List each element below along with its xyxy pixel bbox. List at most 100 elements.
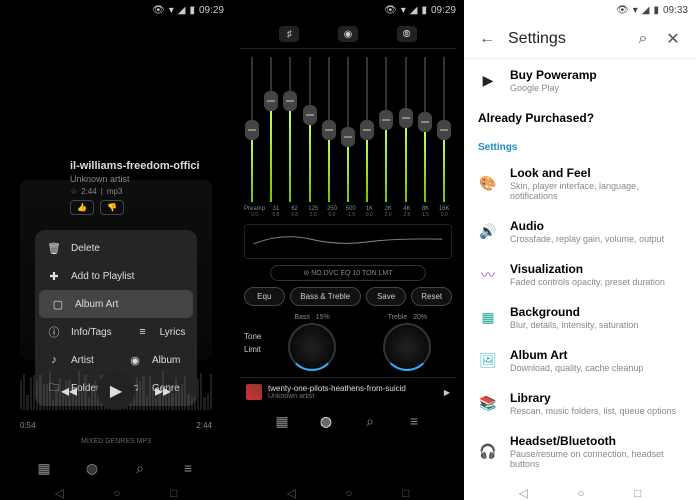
bass-treble-button[interactable]: Bass & Treble [290,287,361,306]
rating-buttons: 👍 👎 [70,200,212,215]
eq-band-250[interactable] [321,57,337,202]
eq-band-500[interactable] [340,57,356,202]
time-current: 0:54 [20,421,36,430]
eq-screen: ♯ ◉ ⦾ Preamp0.0315.8625.81253.02500.0500… [232,20,464,500]
recent-button[interactable]: □ [634,486,641,500]
status-time: 09:33 [663,5,688,16]
eq-knobs: Tone Limit Bass 15% Treble 20% [244,314,452,371]
close-icon[interactable]: ✕ [664,30,682,48]
plus-icon: ✚ [47,269,61,283]
eq-buttons: Equ Bass & Treble Save Reset [244,287,452,306]
settings-item-visualization[interactable]: 〰VisualizationFaded controls opacity, pr… [464,253,696,296]
settings-title: Settings [508,30,622,48]
tone-toggle[interactable]: Tone [244,332,261,341]
eq-band-31[interactable] [263,57,279,202]
eq-tab-sliders[interactable]: ♯ [279,26,299,42]
player-screen: il-williams-freedom-offici Unknown artis… [0,20,232,500]
settings-item-icon: 〰 [478,265,498,285]
settings-item-icon: ▦ [478,308,498,328]
eq-band-8K[interactable] [417,57,433,202]
time-total: 2:44 [196,421,212,430]
time-row: 0:54 2:44 [20,421,212,430]
eq-band-1K[interactable] [359,57,375,202]
eq-labels: Preamp0.0315.8625.81253.02500.0500-1.51K… [240,206,456,218]
android-nav: ◁ ○ □ [232,486,464,500]
treble-dial-col: Treble 20% [363,314,452,371]
eq-band-Preamp[interactable] [244,57,260,202]
home-button[interactable]: ○ [577,486,584,500]
recent-button[interactable]: □ [402,486,409,500]
home-button[interactable]: ○ [113,486,120,500]
settings-screen: ← Settings ⌕ ✕ ▶ Buy PowerampGoogle Play… [464,20,696,500]
settings-purchased[interactable]: Already Purchased? [464,102,696,134]
eq-tab-dial[interactable]: ◉ [338,26,358,42]
menu-info[interactable]: ⓘInfo/Tags [35,318,124,346]
settings-item-look-and-feel[interactable]: 🎨Look and FeelSkin, player interface, la… [464,157,696,210]
menu-lyrics[interactable]: ≡Lyrics [124,318,198,346]
nav-eq[interactable]: ◍ [317,412,335,430]
settings-item-icon: 🖼 [478,351,498,371]
np-play-button[interactable]: ▶ [444,388,450,397]
menu-album-art[interactable]: ▢Album Art [39,290,193,318]
nav-menu[interactable]: ≡ [405,412,423,430]
eq-sliders [240,57,456,202]
settings-buy[interactable]: ▶ Buy PowerampGoogle Play [464,59,696,102]
eye-icon: 👁 [616,5,629,16]
back-button[interactable]: ◁ [287,486,296,500]
save-button[interactable]: Save [366,287,407,306]
equ-button[interactable]: Equ [244,287,285,306]
treble-dial[interactable] [383,323,431,371]
settings-item-headset-bluetooth[interactable]: 🎧Headset/BluetoothPause/resume on connec… [464,425,696,478]
recent-button[interactable]: □ [170,486,177,500]
track-meta: ☆ 2:44 | mp3 [70,187,212,196]
eq-tab-reverb[interactable]: ⦾ [397,26,417,42]
bass-dial[interactable] [288,323,336,371]
track-info: il-williams-freedom-offici Unknown artis… [70,160,212,215]
eq-band-4K[interactable] [398,57,414,202]
eq-response-curve [244,224,452,259]
home-button[interactable]: ○ [345,486,352,500]
nav-library[interactable]: ▦ [35,459,53,477]
search-icon[interactable]: ⌕ [634,30,652,48]
menu-delete[interactable]: 🗑Delete [35,234,197,262]
nav-search[interactable]: ⌕ [361,412,379,430]
back-button[interactable]: ◁ [55,486,64,500]
settings-item-album-art[interactable]: 🖼Album ArtDownload, quality, cache clean… [464,339,696,382]
settings-item-background[interactable]: ▦BackgroundBlur, details, intensity, sat… [464,296,696,339]
wifi-icon: ▾ [633,5,638,16]
prev-button[interactable]: ◂◂ [61,381,77,401]
nav-eq[interactable]: ◍ [83,459,101,477]
back-icon[interactable]: ← [478,30,496,48]
eq-band-2K[interactable] [378,57,394,202]
eq-band-62[interactable] [282,57,298,202]
android-nav: ◁ ○ □ [0,486,232,500]
tone-limit-toggles: Tone Limit [244,332,261,354]
eye-icon: 👁 [152,5,165,16]
now-playing-bar[interactable]: twenty-one-pilots-heathens-from-suicid U… [240,377,456,406]
folder-label: MIXED GENRES MP3 [0,438,232,445]
thumbs-up-button[interactable]: 👍 [70,200,94,215]
settings-section-label: Settings [464,134,696,157]
thumbs-down-button[interactable]: 👎 [100,200,124,215]
settings-item-icon: 📚 [478,394,498,414]
nav-library[interactable]: ▦ [273,412,291,430]
reset-button[interactable]: Reset [411,287,452,306]
eq-band-125[interactable] [302,57,318,202]
track-title: il-williams-freedom-offici [70,160,212,172]
settings-item-audio[interactable]: 🔊AudioCrossfade, replay gain, volume, ou… [464,210,696,253]
eq-status-badge: ⊘ NO DVC EQ 10 TON LMT [270,265,426,281]
menu-add-playlist[interactable]: ✚Add to Playlist [35,262,197,290]
back-button[interactable]: ◁ [519,486,528,500]
settings-item-library[interactable]: 📚LibraryRescan, music folders, list, que… [464,382,696,425]
signal-icon: ◢ [178,5,186,16]
eq-band-16K[interactable] [436,57,452,202]
nav-menu[interactable]: ≡ [179,459,197,477]
settings-list[interactable]: ▶ Buy PowerampGoogle Play Already Purcha… [464,59,696,500]
nav-search[interactable]: ⌕ [131,459,149,477]
eq-tabs: ♯ ◉ ⦾ [240,20,456,49]
info-icon: ⓘ [47,325,61,339]
limit-toggle[interactable]: Limit [244,345,261,354]
status-time: 09:29 [431,5,456,16]
play-button[interactable]: ▶ [97,372,135,410]
next-button[interactable]: ▸▸ [155,381,171,401]
